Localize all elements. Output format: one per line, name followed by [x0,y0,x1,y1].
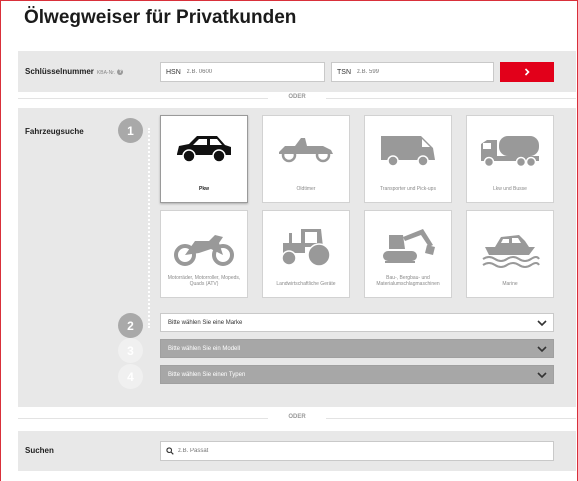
step-3-circle: 3 [118,338,143,363]
tsn-prefix: TSN [337,68,351,76]
excavator-icon [383,229,435,263]
model-select[interactable]: Bitte wählen Sie ein Modell [160,339,554,358]
category-label: Bau-, Bergbau- und Materialumschlagmasch… [376,275,440,287]
divider-text: ODER [288,94,306,100]
hsn-prefix: HSN [166,68,181,76]
free-search-input[interactable] [178,448,478,454]
key-number-panel: SchlüsselnummerKBA-Nr. ? HSN TSN [18,51,576,92]
category-label: Landwirtschaftliche Geräte [276,281,336,287]
key-search-submit-button[interactable] [500,62,554,82]
step-connector [148,128,150,328]
van-icon [381,136,435,167]
boat-icon [482,235,540,268]
tractor-icon [281,229,331,267]
hsn-field[interactable]: HSN [160,62,325,82]
brand-select[interactable]: Bitte wählen Sie eine Marke [160,313,554,332]
brand-select-value: Bitte wählen Sie eine Marke [168,319,243,326]
chevron-down-icon [537,372,547,379]
motorcycle-icon [174,235,234,266]
key-number-label-wrap: Schlüsselnummer KBA-Nr. ? [25,67,124,76]
chevron-right-icon [524,68,530,76]
step-2-circle: 2 [118,313,143,338]
step-4-circle: 4 [118,364,143,389]
chevron-down-icon [537,346,547,353]
step-1-circle: 1 [118,118,143,143]
category-label: Oldtimer [296,186,316,192]
kba-sub-label: KBA-Nr. [96,70,115,76]
truck-icon [481,136,539,168]
category-tile-landwirtschaft[interactable]: Landwirtschaftliche Geräte [262,210,350,298]
model-select-value: Bitte wählen Sie ein Modell [168,345,241,352]
tsn-input[interactable] [357,69,457,75]
divider-line [326,418,576,419]
divider-or-2: ODER [18,412,576,424]
info-icon[interactable]: ? [117,68,124,75]
divider-text: ODER [288,414,306,420]
page-title: Ölwegweiser für Privatkunden [24,7,297,28]
category-tile-oldtimer[interactable]: Oldtimer [262,115,350,203]
type-select[interactable]: Bitte wählen Sie einen Typen [160,365,554,384]
category-label: Lkw und Busse [493,186,527,192]
key-number-label: Schlüsselnummer [25,67,94,76]
divider-line [326,98,576,99]
vehicle-search-panel: Fahrzeugsuche 1 2 3 4 Pkw Oldtimer Trans… [18,108,576,407]
category-tile-baumaschinen[interactable]: Bau-, Bergbau- und Materialumschlagmasch… [364,210,452,298]
free-search-field[interactable] [160,441,554,461]
free-search-panel: Suchen [18,431,576,471]
category-tile-motorrad[interactable]: Motorräder, Motorroller, Mopeds, Quads (… [160,210,248,298]
divider-or-1: ODER [18,92,576,104]
chevron-down-icon [537,320,547,327]
category-label: Pkw [198,186,209,192]
category-tile-lkw[interactable]: Lkw und Busse [466,115,554,203]
free-search-label: Suchen [25,446,54,455]
hsn-input[interactable] [186,69,287,75]
category-tile-transporter[interactable]: Transporter und Pick-ups [364,115,452,203]
category-tile-marine[interactable]: Marine [466,210,554,298]
type-select-value: Bitte wählen Sie einen Typen [168,371,246,378]
vehicle-search-label: Fahrzeugsuche [25,127,84,136]
category-label: Transporter und Pick-ups [380,186,436,192]
category-label: Marine [502,281,518,287]
search-icon [166,447,174,455]
vintage-car-icon [279,138,333,163]
car-icon [177,136,231,163]
category-tile-pkw[interactable]: Pkw [160,115,248,203]
tsn-field[interactable]: TSN [331,62,494,82]
category-label: Motorräder, Motorroller, Mopeds, Quads (… [167,275,241,287]
